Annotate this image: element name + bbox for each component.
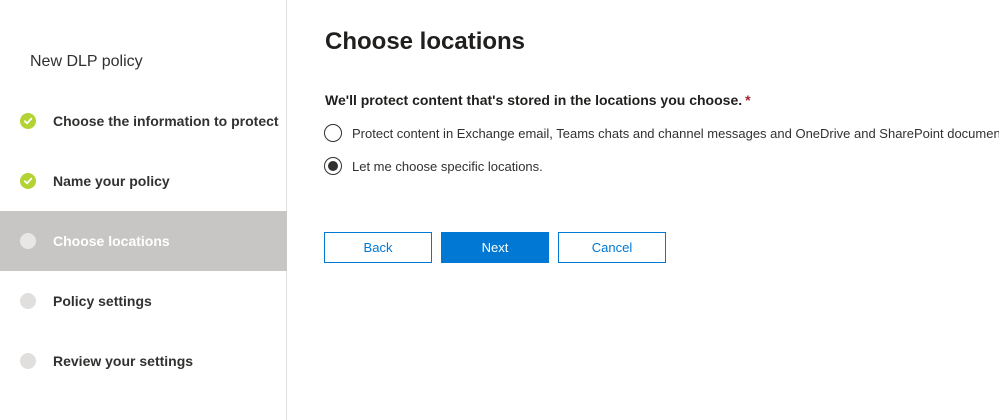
main-panel: Choose locations We'll protect content t…	[288, 0, 999, 420]
radio-option-specific-locations[interactable]: Let me choose specific locations.	[324, 157, 543, 175]
step-label: Name your policy	[53, 173, 170, 189]
radio-label: Protect content in Exchange email, Teams…	[352, 125, 999, 141]
step-label: Review your settings	[53, 353, 194, 369]
step-label: Choose locations	[53, 233, 170, 249]
required-marker: *	[745, 92, 751, 108]
radio-button-selected[interactable]	[324, 157, 342, 175]
page-title: Choose locations	[325, 28, 526, 55]
radio-option-all-locations[interactable]: Protect content in Exchange email, Teams…	[324, 124, 999, 142]
step-label: Policy settings	[53, 293, 152, 309]
radio-label: Let me choose specific locations.	[352, 158, 543, 174]
check-icon	[20, 173, 36, 189]
check-icon	[20, 113, 36, 129]
step-policy-settings[interactable]: Policy settings	[0, 271, 287, 331]
question-text: We'll protect content that's stored in t…	[325, 92, 743, 108]
dot-icon	[20, 293, 36, 309]
wizard-sidebar: New DLP policy Choose the information to…	[0, 0, 287, 420]
step-choose-information[interactable]: Choose the information to protect	[0, 91, 287, 151]
back-button[interactable]: Back	[324, 232, 432, 263]
next-button[interactable]: Next	[441, 232, 549, 263]
dot-icon	[20, 353, 36, 369]
wizard-title: New DLP policy	[30, 53, 143, 70]
radio-button[interactable]	[324, 124, 342, 142]
step-name-policy[interactable]: Name your policy	[0, 151, 287, 211]
dot-icon	[20, 233, 36, 249]
cancel-button[interactable]: Cancel	[558, 232, 666, 263]
step-review-settings[interactable]: Review your settings	[0, 331, 287, 391]
locations-question: We'll protect content that's stored in t…	[325, 92, 751, 108]
step-label: Choose the information to protect	[53, 113, 279, 129]
step-choose-locations[interactable]: Choose locations	[0, 211, 287, 271]
